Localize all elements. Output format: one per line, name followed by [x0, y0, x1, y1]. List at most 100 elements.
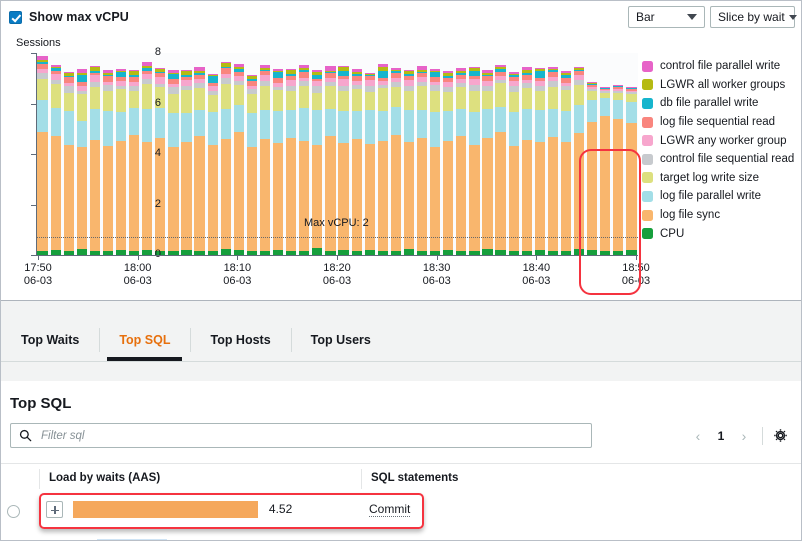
stacked-bar[interactable]	[495, 65, 505, 255]
show-max-vcpu-checkbox[interactable]: Show max vCPU	[9, 10, 129, 24]
x-tick-label: 18:1006-03	[213, 262, 261, 288]
bar-segment	[260, 139, 270, 251]
stacked-bar[interactable]	[404, 69, 414, 255]
legend-label: log file parallel write	[660, 190, 761, 202]
bar-segment	[260, 86, 270, 110]
row-select-radio[interactable]	[7, 505, 20, 518]
legend-item[interactable]: log file parallel write	[642, 187, 802, 206]
legend-item[interactable]: log file sync	[642, 206, 802, 225]
stacked-bar[interactable]	[221, 62, 231, 255]
y-axis-title: Sessions	[16, 37, 61, 49]
x-tick-date: 06-03	[213, 275, 261, 288]
stacked-bar[interactable]	[535, 68, 545, 255]
stacked-bar[interactable]	[443, 71, 453, 255]
bar-segment	[378, 141, 388, 251]
bar-segment	[587, 91, 597, 100]
table-header: Load by waits (AAS) SQL statements	[1, 463, 801, 496]
table-row[interactable]: 4.52 Commit	[1, 494, 801, 536]
y-tick-label: 4	[121, 147, 161, 159]
legend-item[interactable]: target log write size	[642, 169, 802, 188]
x-tick-date: 06-03	[14, 275, 62, 288]
bar-segment	[194, 88, 204, 110]
bar-segment	[194, 110, 204, 136]
stacked-bar[interactable]	[247, 74, 257, 255]
sql-statement-link[interactable]: Commit	[369, 502, 410, 517]
analysis-tabs: Top WaitsTop SQLTop HostsTop Users	[1, 319, 391, 361]
bar-segment	[273, 143, 283, 250]
bar-segment	[208, 112, 218, 144]
stacked-bar[interactable]	[37, 56, 47, 255]
stacked-bar[interactable]	[208, 73, 218, 255]
stacked-bar[interactable]	[574, 67, 584, 255]
bar-segment	[469, 91, 479, 112]
stacked-bar[interactable]	[51, 65, 61, 255]
tab-top-users[interactable]: Top Users	[291, 319, 391, 361]
legend-item[interactable]: LGWR any worker group	[642, 131, 802, 150]
bar-segment	[90, 87, 100, 109]
stacked-bar[interactable]	[482, 69, 492, 255]
gear-icon[interactable]	[772, 427, 789, 444]
y-tick-label: 8	[121, 46, 161, 58]
show-max-vcpu-label: Show max vCPU	[29, 10, 129, 24]
stacked-bar[interactable]	[561, 71, 571, 255]
legend-color-swatch	[642, 172, 653, 183]
stacked-bar[interactable]	[548, 67, 558, 255]
stacked-bar[interactable]	[626, 87, 636, 255]
bar-segment	[286, 110, 296, 138]
stacked-bar[interactable]	[181, 70, 191, 255]
legend-label: control file sequential read	[660, 153, 794, 165]
stacked-bar[interactable]	[234, 64, 244, 255]
bar-segment	[352, 111, 362, 140]
stacked-bar[interactable]	[103, 69, 113, 255]
page-number[interactable]: 1	[711, 425, 731, 447]
stacked-bar[interactable]	[509, 72, 519, 255]
legend-color-swatch	[642, 210, 653, 221]
stacked-bar[interactable]	[260, 65, 270, 255]
bar-segment	[561, 111, 571, 142]
stacked-bar[interactable]	[77, 69, 87, 255]
expand-row-button[interactable]	[46, 501, 63, 518]
stacked-bar[interactable]	[417, 66, 427, 255]
legend-item[interactable]: log file sequential read	[642, 113, 802, 132]
stacked-bar[interactable]	[378, 64, 388, 255]
legend-item[interactable]: db file parallel write	[642, 94, 802, 113]
legend-item[interactable]: LGWR all worker groups	[642, 76, 802, 95]
stacked-bar[interactable]	[469, 67, 479, 255]
stacked-bar[interactable]	[168, 70, 178, 255]
chart-type-dropdown[interactable]: Bar	[628, 6, 705, 28]
bar-segment	[443, 92, 453, 111]
stacked-bar[interactable]	[194, 67, 204, 255]
x-tick-time: 18:30	[413, 262, 461, 275]
legend-item[interactable]: CPU	[642, 224, 802, 243]
stacked-bar[interactable]	[273, 69, 283, 255]
bar-segment	[600, 116, 610, 251]
tab-top-sql[interactable]: Top SQL	[99, 319, 190, 361]
x-tick-label: 18:0006-03	[114, 262, 162, 288]
tab-top-waits[interactable]: Top Waits	[1, 319, 99, 361]
x-tick-mark	[138, 255, 139, 260]
bar-segment	[417, 110, 427, 138]
search-box[interactable]	[10, 423, 592, 448]
stacked-bar[interactable]	[391, 68, 401, 255]
tab-top-hosts[interactable]: Top Hosts	[190, 319, 290, 361]
checkbox-checked-icon	[9, 11, 22, 24]
stacked-bar[interactable]	[286, 69, 296, 255]
stacked-bar[interactable]	[64, 71, 74, 255]
stacked-bar[interactable]	[430, 69, 440, 255]
stacked-bar[interactable]	[522, 67, 532, 255]
legend-item[interactable]: control file sequential read	[642, 150, 802, 169]
legend-label: target log write size	[660, 172, 759, 184]
next-page-button[interactable]: ›	[733, 425, 755, 447]
stacked-bar[interactable]	[600, 87, 610, 255]
legend-label: control file parallel write	[660, 60, 780, 72]
stacked-bar[interactable]	[613, 85, 623, 255]
bar-segment	[482, 138, 492, 249]
load-value: 4.52	[269, 502, 292, 516]
legend-item[interactable]: control file parallel write	[642, 57, 802, 76]
stacked-bar[interactable]	[587, 82, 597, 255]
prev-page-button[interactable]: ‹	[687, 425, 709, 447]
search-input[interactable]	[39, 429, 583, 443]
stacked-bar[interactable]	[90, 66, 100, 255]
slice-by-dropdown[interactable]: Slice by wait	[710, 6, 795, 28]
stacked-bar[interactable]	[456, 68, 466, 255]
